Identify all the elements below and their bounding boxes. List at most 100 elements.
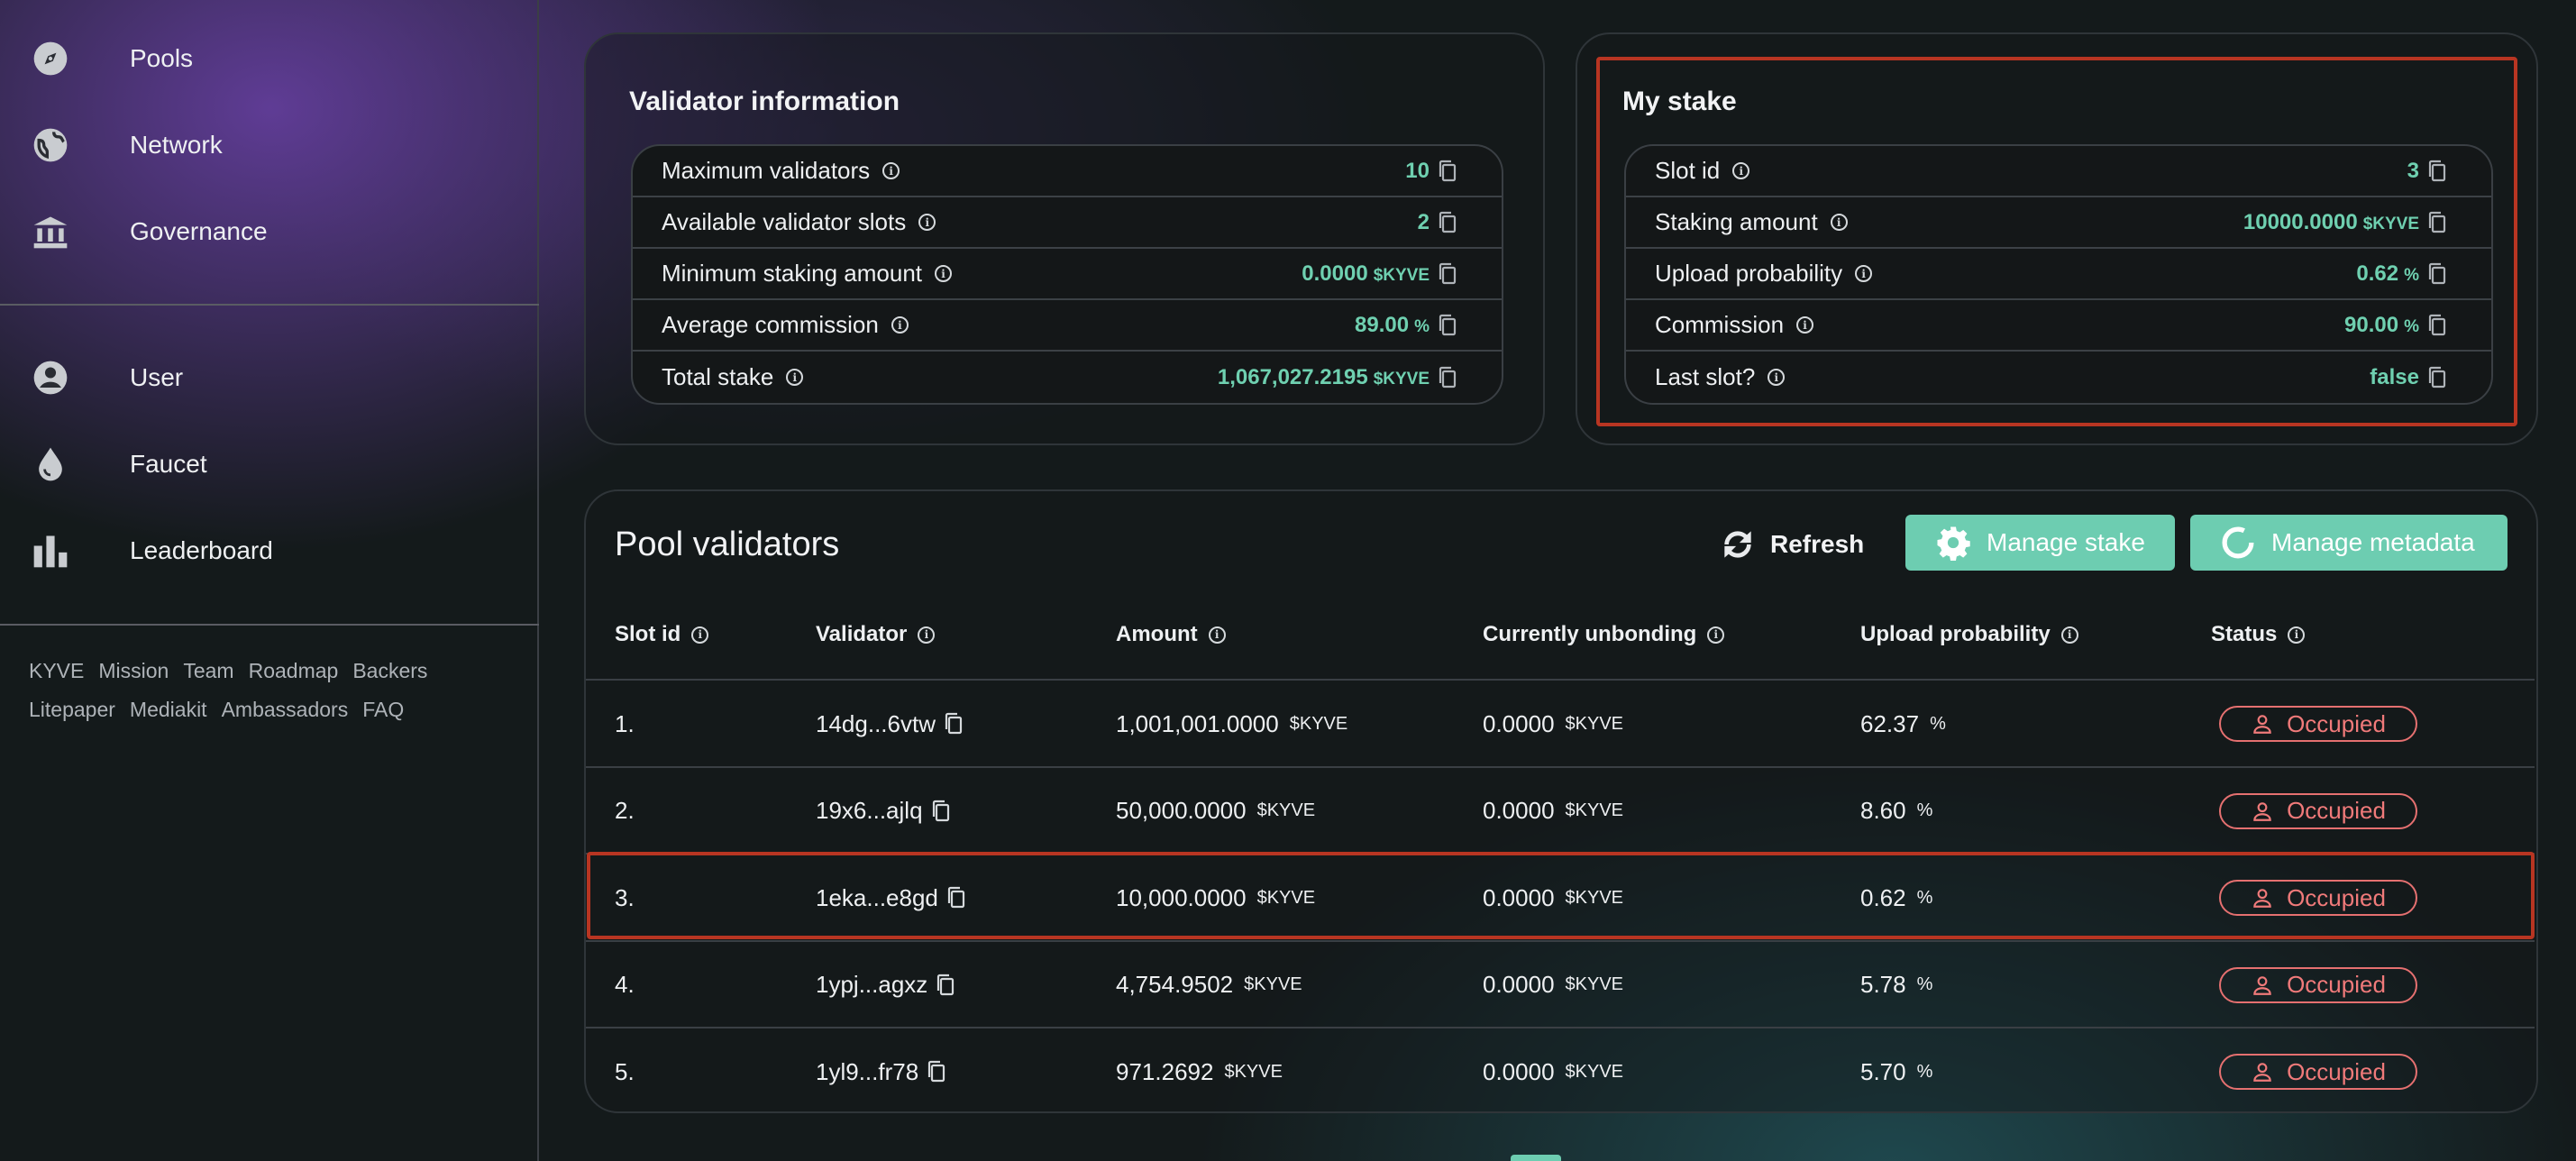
footer-links-row: KYVE Mission Team Roadmap Backers [29,659,442,683]
cell-slot-id: 1. [615,681,635,767]
column-header-currently-unbonding[interactable]: Currently unbonding i [1483,622,1725,647]
sidebar-item-leaderboard[interactable]: Leaderboard [0,515,539,587]
info-icon[interactable]: i [2288,626,2306,644]
unbonding-text: 0.0000 [1483,709,1555,737]
footer-link-backers[interactable]: Backers [352,659,427,682]
info-row-label: Minimum staking amount i [662,260,952,288]
refresh-button[interactable]: Refresh [1718,517,1871,572]
sidebar-item-label: Governance [130,217,268,245]
cell-upload-probability: 5.70% [1860,1028,1932,1115]
copy-icon[interactable] [1437,314,1458,337]
footer-link-mediakit[interactable]: Mediakit [130,698,207,721]
footer-link-team[interactable]: Team [183,659,233,682]
footer-link-mission[interactable]: Mission [98,659,169,682]
table-row[interactable]: 4. 1ypj...agxz 4,754.9502 $KYVE 0.0000 $KYVE 5… [586,939,2535,1028]
info-row: Maximum validators i 10 [633,146,1502,197]
value-text: 89.00 [1355,312,1410,337]
sidebar-item-label: Network [130,131,223,159]
pagination-indicator[interactable] [1511,1155,1561,1161]
unbonding-text: 0.0000 [1483,971,1555,998]
cell-upload-probability: 62.37% [1860,681,1946,767]
cell-currently-unbonding: 0.0000 $KYVE [1483,1028,1623,1115]
refresh-label: Refresh [1770,530,1865,558]
sidebar-item-network[interactable]: Network [0,109,539,181]
info-icon[interactable]: i [891,316,909,334]
info-icon[interactable]: i [786,369,804,386]
sidebar-item-label: User [130,363,184,391]
footer-link-litepaper[interactable]: Litepaper [29,698,115,721]
info-icon[interactable]: i [2060,626,2078,644]
probability-text: 8.60 [1860,797,1906,824]
status-text: Occupied [2287,1057,2386,1085]
cell-amount: 971.2692 $KYVE [1116,1028,1283,1115]
label-text: Total stake [662,363,774,390]
column-header-validator[interactable]: Validator i [816,622,936,647]
info-icon[interactable]: i [1707,626,1725,644]
table-row[interactable]: 2. 19x6...ajlq 50,000.0000 $KYVE 0.0000 $KYVE… [586,765,2535,855]
copy-icon[interactable] [1437,211,1458,234]
manage-stake-button[interactable]: Manage stake [1905,515,2175,571]
column-header-status[interactable]: Status i [2211,622,2306,647]
sidebar-item-governance[interactable]: Governance [0,196,539,268]
info-icon[interactable]: i [882,162,900,179]
unit-text: % [1916,800,1933,820]
info-row-label: Available validator slots i [662,208,936,236]
status-text: Occupied [2287,709,2386,737]
column-header-amount[interactable]: Amount i [1116,622,1226,647]
table-row[interactable]: 1. 14dg...6vtw 1,001,001.0000 $KYVE 0.0000 $K… [586,679,2535,765]
info-icon[interactable]: i [918,214,936,231]
sidebar-item-label: Faucet [130,450,207,478]
sidebar-divider [0,624,539,626]
amount-text: 1,001,001.0000 [1116,709,1279,737]
bar-chart-icon [30,530,71,571]
user-circle-icon [30,357,71,398]
value-wrap: 2 [1418,210,1430,235]
copy-icon[interactable] [1437,262,1458,286]
copy-icon[interactable] [930,800,952,823]
sidebar-item-faucet[interactable]: Faucet [0,428,539,500]
status-badge: Occupied [2219,1054,2417,1090]
sidebar-item-pools[interactable]: Pools [0,23,539,95]
footer-link-kyve[interactable]: KYVE [29,659,84,682]
unit-text: % [1916,1061,1933,1082]
status-badge: Occupied [2219,966,2417,1003]
refresh-icon [1718,525,1758,564]
info-icon[interactable]: i [1208,626,1226,644]
card-title: Validator information [629,87,900,116]
label-text: Maximum validators [662,157,871,184]
cell-slot-id: 4. [615,942,635,1028]
column-header-upload-probability[interactable]: Upload probability i [1860,622,2078,647]
cell-validator: 1ypj...agxz [816,942,956,1028]
cell-slot-id: 5. [615,1028,635,1115]
cell-validator: 19x6...ajlq [816,768,952,855]
info-row: Total stake i 1,067,027.2195 $KYVE [633,352,1502,403]
copy-icon[interactable] [926,1060,947,1083]
footer-link-faq[interactable]: FAQ [362,698,404,721]
footer-link-roadmap[interactable]: Roadmap [249,659,339,682]
sidebar-item-user[interactable]: User [0,342,539,414]
cell-slot-id: 2. [615,768,635,855]
footer-link-ambassadors[interactable]: Ambassadors [222,698,349,721]
info-icon[interactable]: i [935,265,952,282]
column-header-slot-id[interactable]: Slot id i [615,622,709,647]
copy-icon[interactable] [943,712,964,736]
manage-metadata-button[interactable]: Manage metadata [2190,515,2507,571]
user-icon [2251,974,2274,997]
table-header: Slot id i Validator i Amount i Currently un… [615,622,2526,651]
compass-icon [30,38,71,79]
amount-text: 50,000.0000 [1116,797,1247,824]
copy-icon[interactable] [935,974,956,997]
slot-text: 1. [615,709,635,737]
copy-icon[interactable] [1437,160,1458,183]
label-text: Average commission [662,311,879,338]
unit-text: $KYVE [1565,1061,1624,1082]
info-icon[interactable]: i [691,626,709,644]
info-icon[interactable]: i [918,626,936,644]
value-text: 2 [1417,209,1430,234]
pool-validators-title: Pool validators [615,526,840,563]
table-row[interactable]: 5. 1yl9...fr78 971.2692 $KYVE 0.0000 $KYVE 5.7… [586,1027,2535,1113]
copy-icon[interactable] [1437,366,1458,389]
sidebar: Pools Network Governance User Faucet Lea… [0,0,539,1161]
cell-validator: 14dg...6vtw [816,681,964,767]
value-text: 0.0000 [1302,261,1368,286]
